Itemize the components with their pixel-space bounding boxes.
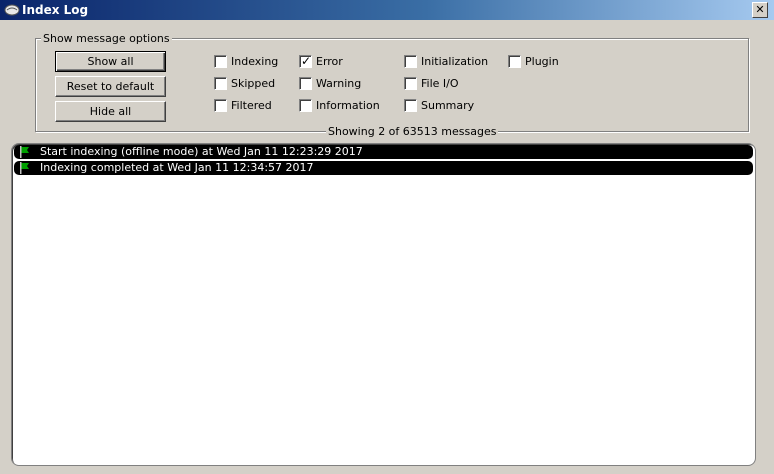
checkbox-label: Summary (421, 99, 475, 112)
checkbox-box[interactable] (299, 77, 312, 90)
group-title: Show message options (41, 32, 172, 45)
app-icon (4, 4, 20, 16)
checkbox-box[interactable] (214, 77, 227, 90)
checkbox-label: Information (316, 99, 380, 112)
checkbox-box[interactable] (508, 55, 521, 68)
hide-all-button[interactable]: Hide all (55, 101, 166, 122)
checkbox-label: Warning (316, 77, 362, 90)
check-icon: ✓ (301, 54, 312, 68)
log-entry[interactable]: Indexing completed at Wed Jan 11 12:34:5… (14, 161, 753, 175)
checkbox-label: Indexing (231, 55, 279, 68)
checkbox-box[interactable] (404, 55, 417, 68)
checkbox-label: Skipped (231, 77, 276, 90)
log-message-text: Indexing completed at Wed Jan 11 12:34:5… (40, 161, 314, 174)
close-icon: ✕ (755, 3, 765, 16)
show-all-button[interactable]: Show all (55, 51, 166, 72)
log-message-list[interactable]: Start indexing (offline mode) at Wed Jan… (11, 143, 756, 466)
checkbox-box[interactable] (404, 77, 417, 90)
checkbox-box[interactable] (404, 99, 417, 112)
checkbox-label: Error (316, 55, 343, 68)
checkbox-label: Plugin (525, 55, 559, 68)
checkbox-label: Filtered (231, 99, 272, 112)
title-bar[interactable]: Index Log ✕ (0, 0, 774, 20)
checkbox-box[interactable] (299, 99, 312, 112)
checkbox-box[interactable]: ✓ (299, 54, 312, 68)
message-count-status: Showing 2 of 63513 messages (326, 125, 499, 138)
checkbox-label: File I/O (421, 77, 459, 90)
green-flag-icon (20, 162, 29, 174)
close-button[interactable]: ✕ (752, 2, 768, 18)
log-entry[interactable]: Start indexing (offline mode) at Wed Jan… (14, 145, 753, 159)
window-title: Index Log (22, 3, 89, 17)
checkbox-label: Initialization (421, 55, 489, 68)
reset-to-default-button[interactable]: Reset to default (55, 76, 166, 97)
checkbox-box[interactable] (214, 99, 227, 112)
log-message-text: Start indexing (offline mode) at Wed Jan… (40, 145, 363, 158)
green-flag-icon (20, 146, 29, 158)
checkbox-box[interactable] (214, 55, 227, 68)
